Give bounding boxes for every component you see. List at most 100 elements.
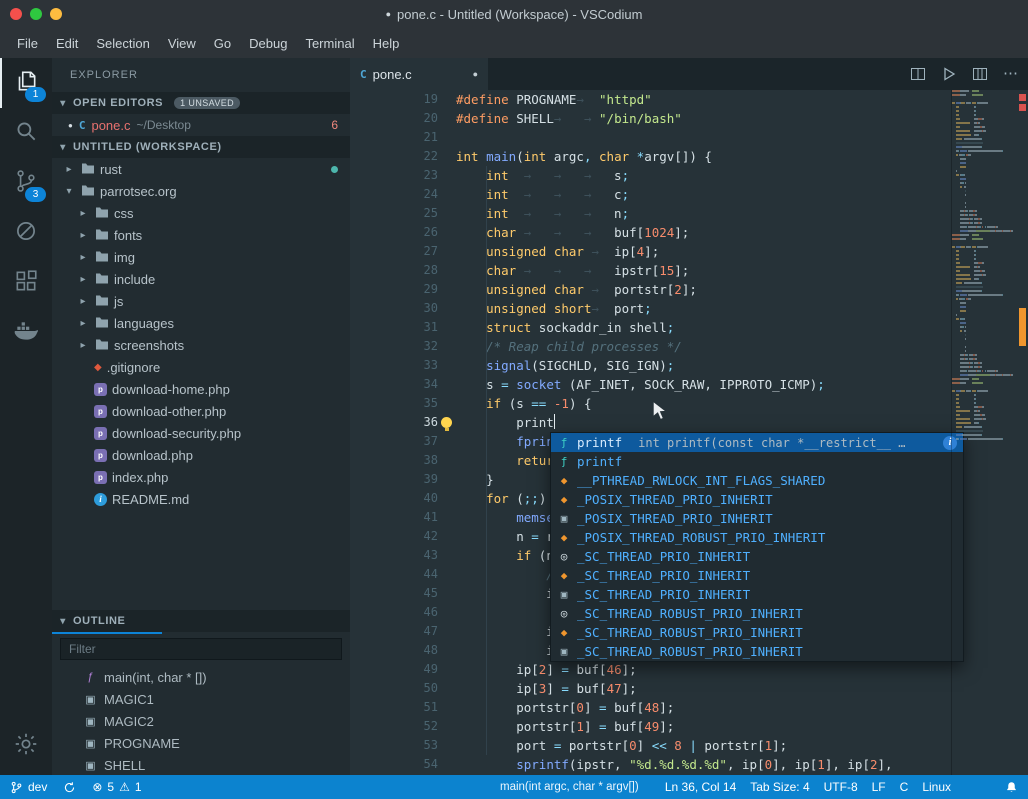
outline-item[interactable]: ƒ main(int, char * [])	[52, 666, 350, 688]
tree-folder-parrotsec.org[interactable]: ▾ parrotsec.org	[52, 180, 350, 202]
outline-filter-input[interactable]	[60, 638, 342, 660]
outline-section-header[interactable]: ▾ OUTLINE	[52, 610, 350, 632]
language-mode-indicator[interactable]: C	[900, 780, 909, 794]
tree-folder-js[interactable]: ▸ js	[52, 290, 350, 312]
tree-folder-fonts[interactable]: ▸ fonts	[52, 224, 350, 246]
tree-file-download-other.php[interactable]: p download-other.php	[52, 400, 350, 422]
outline-item[interactable]: ▣ MAGIC2	[52, 710, 350, 732]
php-file-icon: p	[94, 404, 107, 418]
menu-view[interactable]: View	[159, 32, 205, 55]
activitybar-run-debug[interactable]	[0, 208, 52, 258]
open-editor-item[interactable]: ● Cpone.c ~/Desktop 6	[52, 114, 350, 136]
suggest-item[interactable]: ƒ printf	[551, 452, 963, 471]
activitybar-search[interactable]	[0, 108, 52, 158]
menu-go[interactable]: Go	[205, 32, 240, 55]
code-line-26[interactable]: 26 char → → → buf[1024];	[350, 223, 1028, 242]
suggest-item[interactable]: ◆ _POSIX_THREAD_ROBUST_PRIO_INHERIT	[551, 528, 963, 547]
tab-pone-c[interactable]: C pone.c ●	[350, 58, 488, 90]
menu-help[interactable]: Help	[364, 32, 409, 55]
activitybar-source-control[interactable]: 3	[0, 158, 52, 208]
code-line-21[interactable]: 21	[350, 128, 1028, 147]
code-line-28[interactable]: 28 char → → → ipstr[15];	[350, 261, 1028, 280]
suggest-item[interactable]: ▣ _POSIX_THREAD_PRIO_INHERIT	[551, 509, 963, 528]
code-line-34[interactable]: 34 s = socket (AF_INET, SOCK_RAW, IPPROT…	[350, 375, 1028, 394]
menu-file[interactable]: File	[8, 32, 47, 55]
problems-indicator[interactable]: ⊗ 5 ⚠ 1	[92, 780, 141, 794]
notifications-bell-icon[interactable]	[1005, 781, 1018, 794]
suggest-item[interactable]: ƒ printf int printf(const char *__restrict…	[551, 433, 963, 452]
line-number: 28	[423, 263, 438, 277]
suggest-item[interactable]: ◆ __PTHREAD_RWLOCK_INT_FLAGS_SHARED	[551, 471, 963, 490]
activitybar-extensions[interactable]	[0, 258, 52, 308]
code-line-50[interactable]: 50 ip[3] = buf[47];	[350, 679, 1028, 698]
cursor-position-indicator[interactable]: Ln 36, Col 14	[665, 780, 736, 794]
lightbulb-icon[interactable]	[441, 417, 452, 431]
tree-folder-include[interactable]: ▸ include	[52, 268, 350, 290]
suggest-item[interactable]: ◎ _SC_THREAD_ROBUST_PRIO_INHERIT	[551, 604, 963, 623]
code-line-23[interactable]: 23 int → → → s;	[350, 166, 1028, 185]
menu-terminal[interactable]: Terminal	[296, 32, 363, 55]
outline-item[interactable]: ▣ SHELL	[52, 754, 350, 775]
tree-folder-css[interactable]: ▸ css	[52, 202, 350, 224]
menu-edit[interactable]: Edit	[47, 32, 87, 55]
encoding-indicator[interactable]: UTF-8	[824, 780, 858, 794]
suggest-item[interactable]: ◆ _SC_THREAD_ROBUST_PRIO_INHERIT	[551, 623, 963, 642]
code-line-33[interactable]: 33 signal(SIGCHLD, SIG_IGN);	[350, 356, 1028, 375]
tree-file-download-home.php[interactable]: p download-home.php	[52, 378, 350, 400]
code-line-22[interactable]: 22 int main(int argc, char *argv[]) {	[350, 147, 1028, 166]
sync-button[interactable]	[63, 781, 76, 794]
outline-item[interactable]: ▣ PROGNAME	[52, 732, 350, 754]
suggest-item[interactable]: ◆ _SC_THREAD_PRIO_INHERIT	[551, 566, 963, 585]
code-line-54[interactable]: 54 sprintf(ipstr, "%d.%d.%d.%d", ip[0], …	[350, 755, 1028, 774]
code-line-35[interactable]: 35 if (s == -1) {	[350, 394, 1028, 413]
activitybar-explorer[interactable]: 1	[0, 58, 52, 108]
split-editor-icon[interactable]	[910, 66, 926, 82]
tree-file-.gitignore[interactable]: ◆ .gitignore	[52, 356, 350, 378]
line-number: 29	[423, 282, 438, 296]
suggest-item[interactable]: ◆ _POSIX_THREAD_PRIO_INHERIT	[551, 490, 963, 509]
minimap[interactable]	[951, 90, 1018, 775]
chevron-right-icon: ▸	[80, 229, 86, 241]
code-line-24[interactable]: 24 int → → → c;	[350, 185, 1028, 204]
code-line-51[interactable]: 51 portstr[0] = buf[48];	[350, 698, 1028, 717]
tree-folder-screenshots[interactable]: ▸ screenshots	[52, 334, 350, 356]
suggest-item[interactable]: ◎ _SC_THREAD_PRIO_INHERIT	[551, 547, 963, 566]
eol-indicator[interactable]: LF	[872, 780, 886, 794]
code-line-52[interactable]: 52 portstr[1] = buf[49];	[350, 717, 1028, 736]
code-line-20[interactable]: 20 #define SHELL→ → "/bin/bash"	[350, 109, 1028, 128]
code-line-31[interactable]: 31 struct sockaddr_in shell;	[350, 318, 1028, 337]
code-line-25[interactable]: 25 int → → → n;	[350, 204, 1028, 223]
tree-folder-languages[interactable]: ▸ languages	[52, 312, 350, 334]
code-line-19[interactable]: 19 #define PROGNAME→ "httpd"	[350, 90, 1028, 109]
activitybar-settings[interactable]	[0, 721, 52, 771]
code-line-29[interactable]: 29 unsigned char → portstr[2];	[350, 280, 1028, 299]
code-editor[interactable]: 19 #define PROGNAME→ "httpd" 20 #define SHE…	[350, 90, 1028, 775]
more-actions-icon[interactable]: ⋯	[1003, 66, 1018, 82]
activitybar-docker[interactable]	[0, 308, 52, 358]
menu-selection[interactable]: Selection	[87, 32, 158, 55]
tree-file-download-security.php[interactable]: p download-security.php	[52, 422, 350, 444]
tree-folder-rust[interactable]: ▸ rust	[52, 158, 350, 180]
git-branch-icon	[11, 781, 22, 793]
suggest-item[interactable]: ▣ _SC_THREAD_ROBUST_PRIO_INHERIT	[551, 642, 963, 661]
tree-file-index.php[interactable]: p index.php	[52, 466, 350, 488]
run-icon[interactable]	[941, 66, 957, 82]
code-line-49[interactable]: 49 ip[2] = buf[46];	[350, 660, 1028, 679]
tree-folder-img[interactable]: ▸ img	[52, 246, 350, 268]
os-indicator-indicator[interactable]: Linux	[922, 780, 951, 794]
code-line-53[interactable]: 53 port = portstr[0] << 8 | portstr[1];	[350, 736, 1028, 755]
git-branch-indicator[interactable]: dev	[10, 780, 47, 794]
tab-size-indicator[interactable]: Tab Size: 4	[750, 780, 809, 794]
menu-debug[interactable]: Debug	[240, 32, 296, 55]
editor-layout-icon[interactable]	[972, 66, 988, 82]
open-editors-section-header[interactable]: ▾ OPEN EDITORS 1 UNSAVED	[52, 92, 350, 114]
suggest-item[interactable]: ▣ _SC_THREAD_PRIO_INHERIT	[551, 585, 963, 604]
code-line-30[interactable]: 30 unsigned short→ port;	[350, 299, 1028, 318]
tree-file-README.md[interactable]: i README.md	[52, 488, 350, 510]
tree-file-download.php[interactable]: p download.php	[52, 444, 350, 466]
code-line-27[interactable]: 27 unsigned char → ip[4];	[350, 242, 1028, 261]
outline-item[interactable]: ▣ MAGIC1	[52, 688, 350, 710]
code-line-32[interactable]: 32 /* Reap child processes */	[350, 337, 1028, 356]
workspace-section-header[interactable]: ▾ UNTITLED (WORKSPACE)	[52, 136, 350, 158]
current-symbol-indicator[interactable]: main(int argc, char * argv[])	[500, 781, 639, 793]
